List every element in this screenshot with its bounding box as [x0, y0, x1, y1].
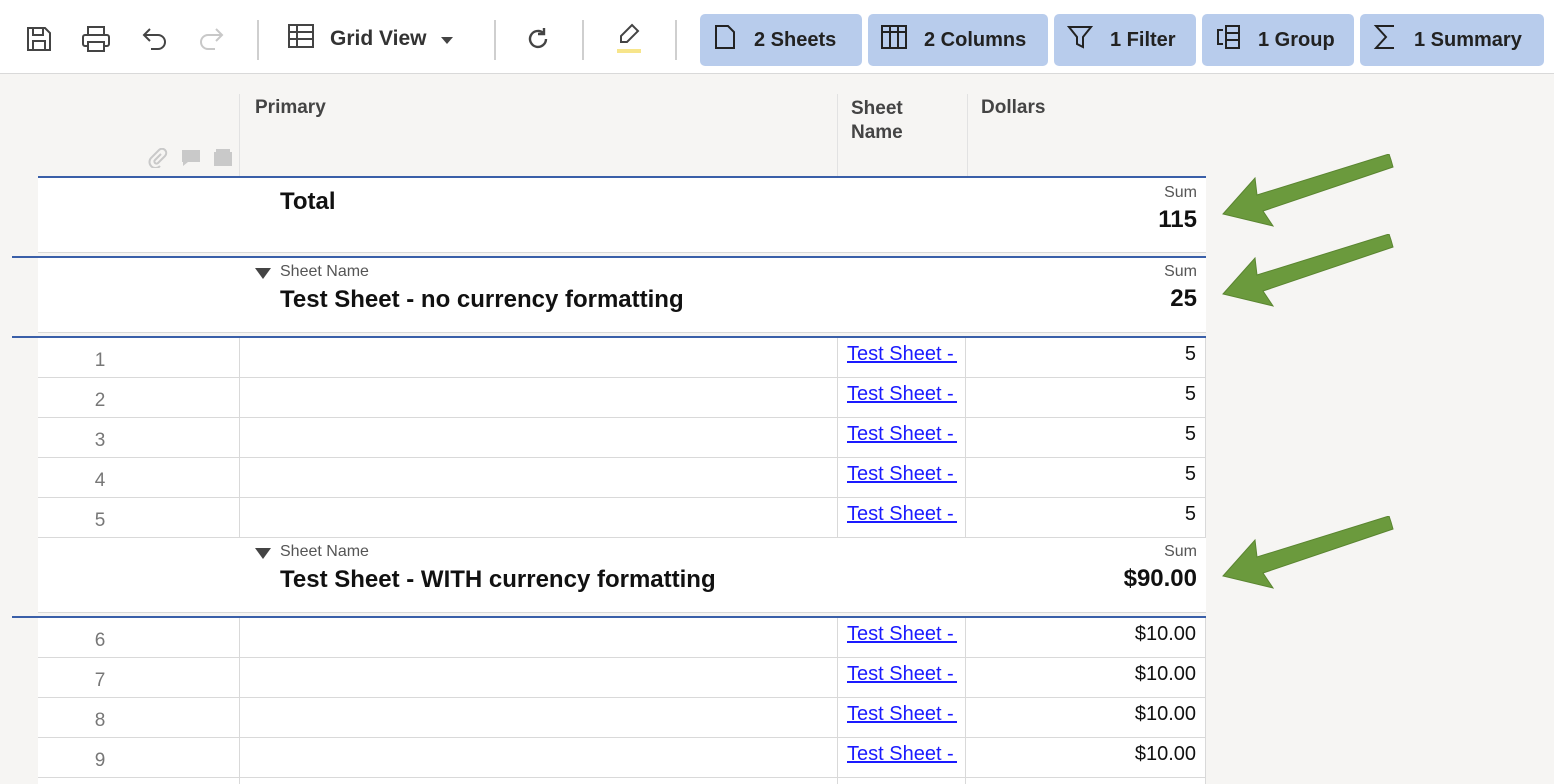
sheet-link[interactable]: Test Sheet - no currency formatting	[847, 423, 957, 446]
table-row[interactable]: 4 Test Sheet - no currency formatting 5	[38, 458, 1206, 498]
sheet-link[interactable]: Test Sheet - WITH currency formatting	[847, 663, 957, 686]
comment-icon	[180, 148, 202, 173]
view-label: Grid View	[330, 27, 426, 51]
sheet-link[interactable]: Test Sheet - WITH currency formatting	[847, 743, 957, 766]
columns-button[interactable]: 2 Columns	[868, 14, 1048, 66]
sum-caption: Sum	[1097, 184, 1197, 202]
toolbar-divider	[494, 20, 496, 60]
dollars-cell[interactable]: 5	[1185, 383, 1196, 406]
filter-icon	[1066, 23, 1094, 57]
dollars-cell[interactable]: 5	[1185, 343, 1196, 366]
table-row[interactable]: 2 Test Sheet - no currency formatting 5	[38, 378, 1206, 418]
row-number: 2	[38, 390, 162, 412]
toolbar-divider	[582, 20, 584, 60]
report-grid: Primary Sheet Name Dollars Total Sum 115…	[0, 74, 1554, 784]
print-icon[interactable]	[79, 22, 113, 56]
group-sum-value: $90.00	[1037, 565, 1197, 593]
row-number: 3	[38, 430, 162, 452]
group-icon	[1214, 23, 1242, 57]
columns-icon	[880, 23, 908, 57]
collapse-triangle-icon[interactable]	[255, 548, 271, 559]
total-row: Total Sum 115	[38, 178, 1206, 252]
table-row[interactable]: 8 Test Sheet - WITH currency formatting …	[38, 698, 1206, 738]
total-sum-value: 115	[1037, 206, 1197, 234]
save-icon[interactable]	[22, 22, 56, 56]
total-label: Total	[280, 188, 336, 216]
green-arrow-icon	[1215, 234, 1405, 314]
undo-icon[interactable]	[137, 22, 171, 56]
row-number: 6	[38, 630, 162, 652]
group-caption: Sheet Name	[280, 543, 369, 561]
summary-button[interactable]: 1 Summary	[1360, 14, 1544, 66]
sheets-button[interactable]: 2 Sheets	[700, 14, 862, 66]
toolbar-divider	[257, 20, 259, 60]
summary-label: 1 Summary	[1414, 29, 1522, 52]
row-number: 5	[38, 510, 162, 532]
proof-icon	[212, 148, 234, 173]
dollars-cell[interactable]: $10.00	[1135, 703, 1196, 726]
sheet-link[interactable]: Test Sheet - WITH currency formatting	[847, 703, 957, 726]
dollars-cell[interactable]: 5	[1185, 423, 1196, 446]
group-header[interactable]: Sheet Name Test Sheet - no currency form…	[38, 258, 1206, 332]
attachment-icon	[147, 148, 169, 173]
sheet-icon	[712, 23, 738, 57]
highlight-icon[interactable]	[612, 22, 646, 56]
green-arrow-icon	[1215, 516, 1405, 596]
redo-icon[interactable]	[195, 22, 229, 56]
sheets-label: 2 Sheets	[754, 29, 836, 52]
collapse-triangle-icon[interactable]	[255, 268, 271, 279]
refresh-icon[interactable]	[521, 22, 555, 56]
group-title: Test Sheet - no currency formatting	[280, 286, 684, 314]
row-number: 7	[38, 670, 162, 692]
row-number: 8	[38, 710, 162, 732]
columns-label: 2 Columns	[924, 29, 1026, 52]
row-number: 4	[38, 470, 162, 492]
sheet-link[interactable]: Test Sheet - no currency formatting	[847, 383, 957, 406]
caret-down-icon	[440, 27, 454, 51]
table-row[interactable]: 1 Test Sheet - no currency formatting 5	[38, 338, 1206, 378]
group-button[interactable]: 1 Group	[1202, 14, 1354, 66]
dollars-cell[interactable]: $10.00	[1135, 743, 1196, 766]
row-number: 9	[38, 750, 162, 772]
sheet-link[interactable]: Test Sheet - no currency formatting	[847, 343, 957, 366]
row-number: 1	[38, 350, 162, 372]
dollars-cell[interactable]: $10.00	[1135, 663, 1196, 686]
sum-caption: Sum	[1097, 543, 1197, 561]
sheet-link[interactable]: Test Sheet - no currency formatting	[847, 463, 957, 486]
group-label: 1 Group	[1258, 29, 1335, 52]
dollars-cell[interactable]: 5	[1185, 503, 1196, 526]
table-row[interactable]: 3 Test Sheet - no currency formatting 5	[38, 418, 1206, 458]
sheet-link[interactable]: Test Sheet - WITH currency formatting	[847, 623, 957, 646]
toolbar-divider	[675, 20, 677, 60]
group-caption: Sheet Name	[280, 263, 369, 281]
filter-button[interactable]: 1 Filter	[1054, 14, 1196, 66]
toolbar: Grid View 2 Sheets 2 Columns 1 Filter 1 …	[0, 0, 1554, 74]
filter-label: 1 Filter	[1110, 29, 1176, 52]
dollars-cell[interactable]: 5	[1185, 463, 1196, 486]
table-row[interactable]: 6 Test Sheet - WITH currency formatting …	[38, 618, 1206, 658]
view-selector[interactable]: Grid View	[286, 20, 454, 58]
table-row[interactable]: 7 Test Sheet - WITH currency formatting …	[38, 658, 1206, 698]
sigma-icon	[1372, 22, 1398, 58]
sheet-link[interactable]: Test Sheet - no currency formatting	[847, 503, 957, 526]
group-sum-value: 25	[1037, 285, 1197, 313]
sum-caption: Sum	[1097, 263, 1197, 281]
dollars-cell[interactable]: $10.00	[1135, 623, 1196, 646]
group-title: Test Sheet - WITH currency formatting	[280, 566, 716, 594]
grid-view-icon	[286, 22, 316, 56]
table-row[interactable]: 5 Test Sheet - no currency formatting 5	[38, 498, 1206, 538]
green-arrow-icon	[1215, 154, 1405, 234]
group-header[interactable]: Sheet Name Test Sheet - WITH currency fo…	[38, 538, 1206, 612]
